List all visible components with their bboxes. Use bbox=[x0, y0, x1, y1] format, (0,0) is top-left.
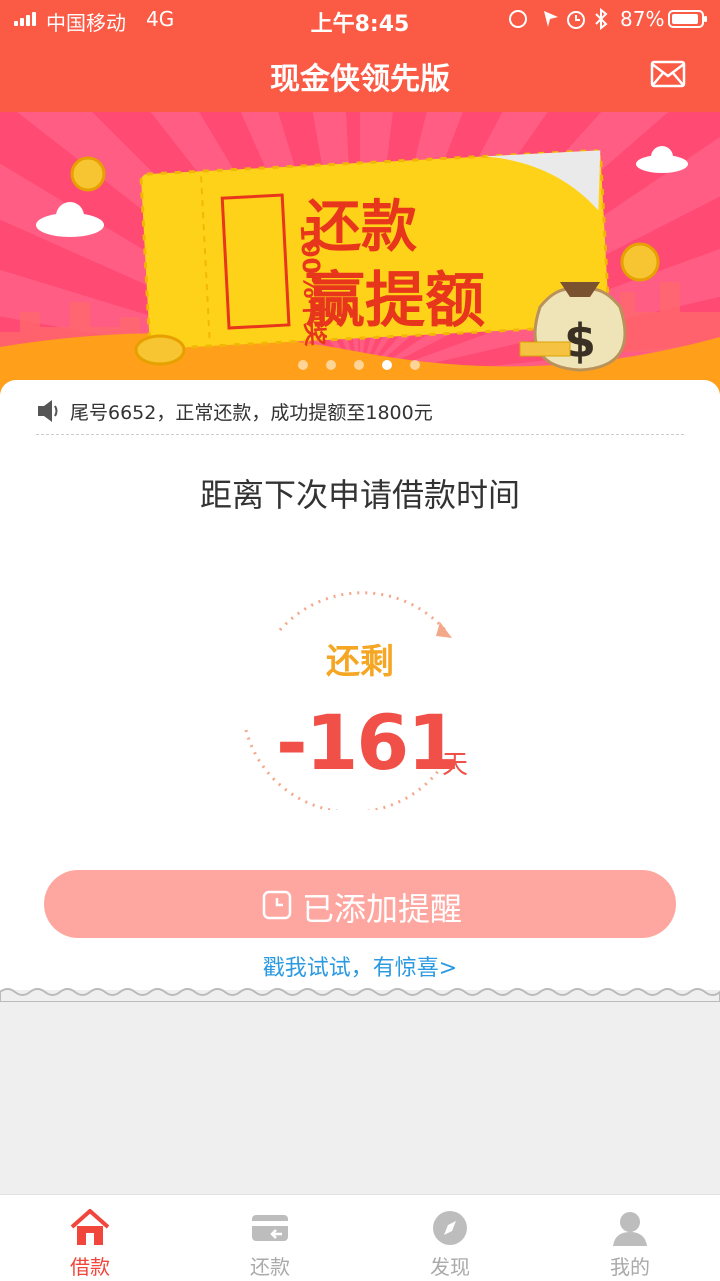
battery-percent: 87% bbox=[620, 7, 665, 31]
page-title: 现金侠领先版 bbox=[270, 62, 450, 97]
banner-headline-1: 还款 bbox=[305, 195, 417, 260]
tab-mine[interactable]: 我的 bbox=[540, 1195, 720, 1281]
carousel-dot[interactable] bbox=[354, 360, 364, 370]
reminder-button-label: 已添加提醒 bbox=[302, 891, 463, 927]
status-bar: 中国移动 4G 上午8:45 87% bbox=[0, 0, 720, 38]
reminder-button[interactable]: 已添加提醒 bbox=[44, 870, 676, 938]
status-icons bbox=[509, 7, 608, 31]
days-value: -161 bbox=[276, 698, 460, 787]
compass-icon bbox=[433, 1211, 467, 1245]
home-icon bbox=[70, 1209, 110, 1245]
wavy-divider bbox=[0, 988, 720, 1002]
tab-label: 发现 bbox=[430, 1255, 470, 1279]
envelope-icon[interactable] bbox=[650, 60, 686, 88]
tab-label: 我的 bbox=[610, 1255, 650, 1279]
carousel-dot[interactable] bbox=[298, 360, 308, 370]
tab-discover[interactable]: 发现 bbox=[360, 1195, 540, 1281]
speaker-icon bbox=[38, 400, 58, 422]
location-icon bbox=[544, 11, 558, 27]
card-icon bbox=[252, 1215, 288, 1241]
countdown-title: 距离下次申请借款时间 bbox=[199, 476, 520, 514]
tab-label: 借款 bbox=[70, 1255, 110, 1279]
notice-bar: 尾号6652，正常还款，成功提额至1800元 bbox=[36, 396, 684, 435]
user-icon bbox=[613, 1212, 647, 1246]
tab-label: 还款 bbox=[250, 1255, 290, 1279]
remain-label: 还剩 bbox=[326, 642, 394, 682]
days-unit: 天 bbox=[442, 750, 469, 780]
bluetooth-icon bbox=[595, 7, 608, 31]
clock-icon bbox=[262, 890, 292, 920]
carousel-dot[interactable] bbox=[410, 360, 420, 370]
bottom-tab-bar: 借款 还款 发现 我的 bbox=[0, 1194, 720, 1281]
carousel-dot-active[interactable] bbox=[382, 360, 392, 370]
carousel-dot[interactable] bbox=[326, 360, 336, 370]
promo-banner[interactable]: $ 100%中奖 还款 赢提额 bbox=[0, 112, 720, 394]
tab-repay[interactable]: 还款 bbox=[180, 1195, 360, 1281]
surprise-link[interactable]: 戳我试试，有惊喜> bbox=[0, 950, 720, 982]
carousel-dots[interactable] bbox=[0, 360, 720, 374]
notice-text: 尾号6652，正常还款，成功提额至1800元 bbox=[70, 402, 433, 424]
battery-icon bbox=[668, 10, 707, 28]
banner-headline-2: 赢提额 bbox=[305, 266, 485, 336]
tab-loan[interactable]: 借款 bbox=[0, 1195, 180, 1281]
rotation-lock-icon bbox=[509, 10, 527, 28]
